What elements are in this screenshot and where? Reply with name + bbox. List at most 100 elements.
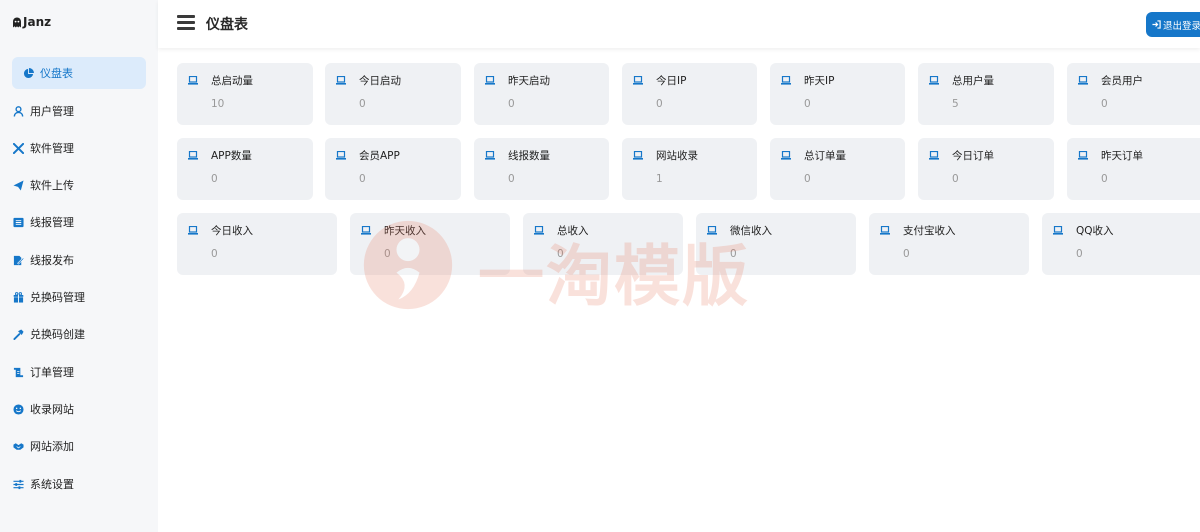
stat-label: 昨天启动 — [508, 75, 550, 87]
pie-chart-icon — [22, 67, 34, 79]
stat-value: 0 — [211, 173, 218, 185]
laptop-icon — [188, 226, 198, 235]
stat-value: 0 — [557, 248, 564, 260]
stat-label: 今日订单 — [952, 150, 994, 162]
sidebar-item-label: 网站添加 — [30, 440, 74, 453]
stat-card-total-launches: 总启动量 10 — [177, 63, 313, 125]
laptop-icon — [880, 226, 890, 235]
sidebar-item-label: 线报发布 — [30, 254, 74, 267]
sidebar-item-users[interactable]: 用户管理 — [12, 95, 146, 127]
stat-value: 0 — [952, 173, 959, 185]
stat-label: 线报数量 — [508, 150, 550, 162]
sidebar-item-settings[interactable]: 系统设置 — [12, 468, 146, 500]
paper-plane-icon — [12, 179, 24, 191]
sidebar-item-reports[interactable]: 线报管理 — [12, 206, 146, 238]
stat-label: QQ收入 — [1076, 225, 1114, 237]
stat-card-qq-income: QQ收入 0 — [1042, 213, 1200, 275]
sidebar-item-upload[interactable]: 软件上传 — [12, 169, 146, 201]
gift-icon — [12, 291, 24, 303]
laptop-icon — [485, 76, 495, 85]
stat-label: 今日启动 — [359, 75, 401, 87]
logout-button[interactable]: 退出登录 — [1146, 12, 1200, 37]
sidebar-item-label: 仪盘表 — [40, 67, 73, 80]
app-root: Janz 仪盘表 用户管理 软件管理 软件上传 线报管理 线报发布 兑换码管理 … — [0, 0, 1200, 532]
sidebar-item-label: 软件管理 — [30, 142, 74, 155]
sidebar-item-software[interactable]: 软件管理 — [12, 132, 146, 164]
sidebar-item-orders[interactable]: 订单管理 — [12, 356, 146, 388]
laptop-icon — [534, 226, 544, 235]
stat-card-alipay-income: 支付宝收入 0 — [869, 213, 1029, 275]
stat-label: 总用户量 — [952, 75, 994, 87]
stat-value: 0 — [656, 98, 663, 110]
stat-value: 5 — [952, 98, 959, 110]
stat-value: 0 — [359, 173, 366, 185]
stat-card-total-income: 总收入 0 — [523, 213, 683, 275]
stat-label: 昨天订单 — [1101, 150, 1143, 162]
stat-card-total-users: 总用户量 5 — [918, 63, 1054, 125]
stat-label: 今日IP — [656, 75, 687, 87]
stat-value: 0 — [211, 248, 218, 260]
laptop-icon — [361, 226, 371, 235]
stat-label: 今日收入 — [211, 225, 253, 237]
stat-label: 支付宝收入 — [903, 225, 956, 237]
laptop-icon — [1053, 226, 1063, 235]
stat-value: 0 — [730, 248, 737, 260]
stat-value: 0 — [804, 173, 811, 185]
stat-value: 0 — [384, 248, 391, 260]
sidebar-item-add-site[interactable]: 网站添加 — [12, 430, 146, 462]
handshake-icon — [12, 440, 24, 452]
stat-label: 总启动量 — [211, 75, 253, 87]
sidebar-item-label: 软件上传 — [30, 179, 74, 192]
laptop-icon — [929, 76, 939, 85]
stat-card-yesterday-orders: 昨天订单 0 — [1067, 138, 1200, 200]
sidebar-item-redeem-create[interactable]: 兑换码创建 — [12, 318, 146, 350]
page-title: 仪盘表 — [206, 17, 248, 33]
sidebar-item-label: 收录网站 — [30, 403, 74, 416]
stat-card-vip-apps: 会员APP 0 — [325, 138, 461, 200]
menu-toggle-icon[interactable] — [177, 15, 195, 30]
laptop-icon — [929, 151, 939, 160]
stat-card-yesterday-launches: 昨天启动 0 — [474, 63, 609, 125]
stat-value: 10 — [211, 98, 225, 110]
sidebar-item-label: 线报管理 — [30, 216, 74, 229]
stat-value: 0 — [508, 98, 515, 110]
laptop-icon — [336, 76, 346, 85]
stat-card-report-count: 线报数量 0 — [474, 138, 609, 200]
stat-value: 0 — [508, 173, 515, 185]
ghost-icon — [13, 17, 21, 27]
sidebar-item-label: 订单管理 — [30, 366, 74, 379]
stat-card-vip-users: 会员用户 0 — [1067, 63, 1200, 125]
edit-icon — [12, 254, 24, 266]
laptop-icon — [188, 76, 198, 85]
laptop-icon — [633, 151, 643, 160]
stat-card-wechat-income: 微信收入 0 — [696, 213, 856, 275]
sidebar-item-publish[interactable]: 线报发布 — [12, 244, 146, 276]
brand-logo[interactable]: Janz — [12, 14, 51, 30]
laptop-icon — [485, 151, 495, 160]
stat-label: 会员APP — [359, 150, 400, 162]
sidebar-item-dashboard[interactable]: 仪盘表 — [12, 57, 146, 89]
stat-value: 0 — [359, 98, 366, 110]
stat-card-yesterday-income: 昨天收入 0 — [350, 213, 510, 275]
stat-card-app-count: APP数量 0 — [177, 138, 313, 200]
stat-card-today-ip: 今日IP 0 — [622, 63, 757, 125]
stat-label: 总收入 — [557, 225, 589, 237]
stat-value: 0 — [1101, 173, 1108, 185]
stat-label: 网站收录 — [656, 150, 698, 162]
sliders-icon — [12, 478, 24, 490]
laptop-icon — [707, 226, 717, 235]
laptop-icon — [1078, 76, 1088, 85]
sidebar-item-label: 兑换码创建 — [30, 328, 85, 341]
stat-card-site-count: 网站收录 1 — [622, 138, 757, 200]
laptop-icon — [633, 76, 643, 85]
stat-value: 0 — [903, 248, 910, 260]
stat-card-total-orders: 总订单量 0 — [770, 138, 905, 200]
sidebar-item-label: 兑换码管理 — [30, 291, 85, 304]
stat-label: APP数量 — [211, 150, 252, 162]
receipt-icon — [12, 366, 24, 378]
sidebar-item-sites[interactable]: 收录网站 — [12, 393, 146, 425]
sidebar-item-redeem-codes[interactable]: 兑换码管理 — [12, 281, 146, 313]
stat-label: 微信收入 — [730, 225, 772, 237]
stat-card-yesterday-ip: 昨天IP 0 — [770, 63, 905, 125]
stat-card-today-income: 今日收入 0 — [177, 213, 337, 275]
